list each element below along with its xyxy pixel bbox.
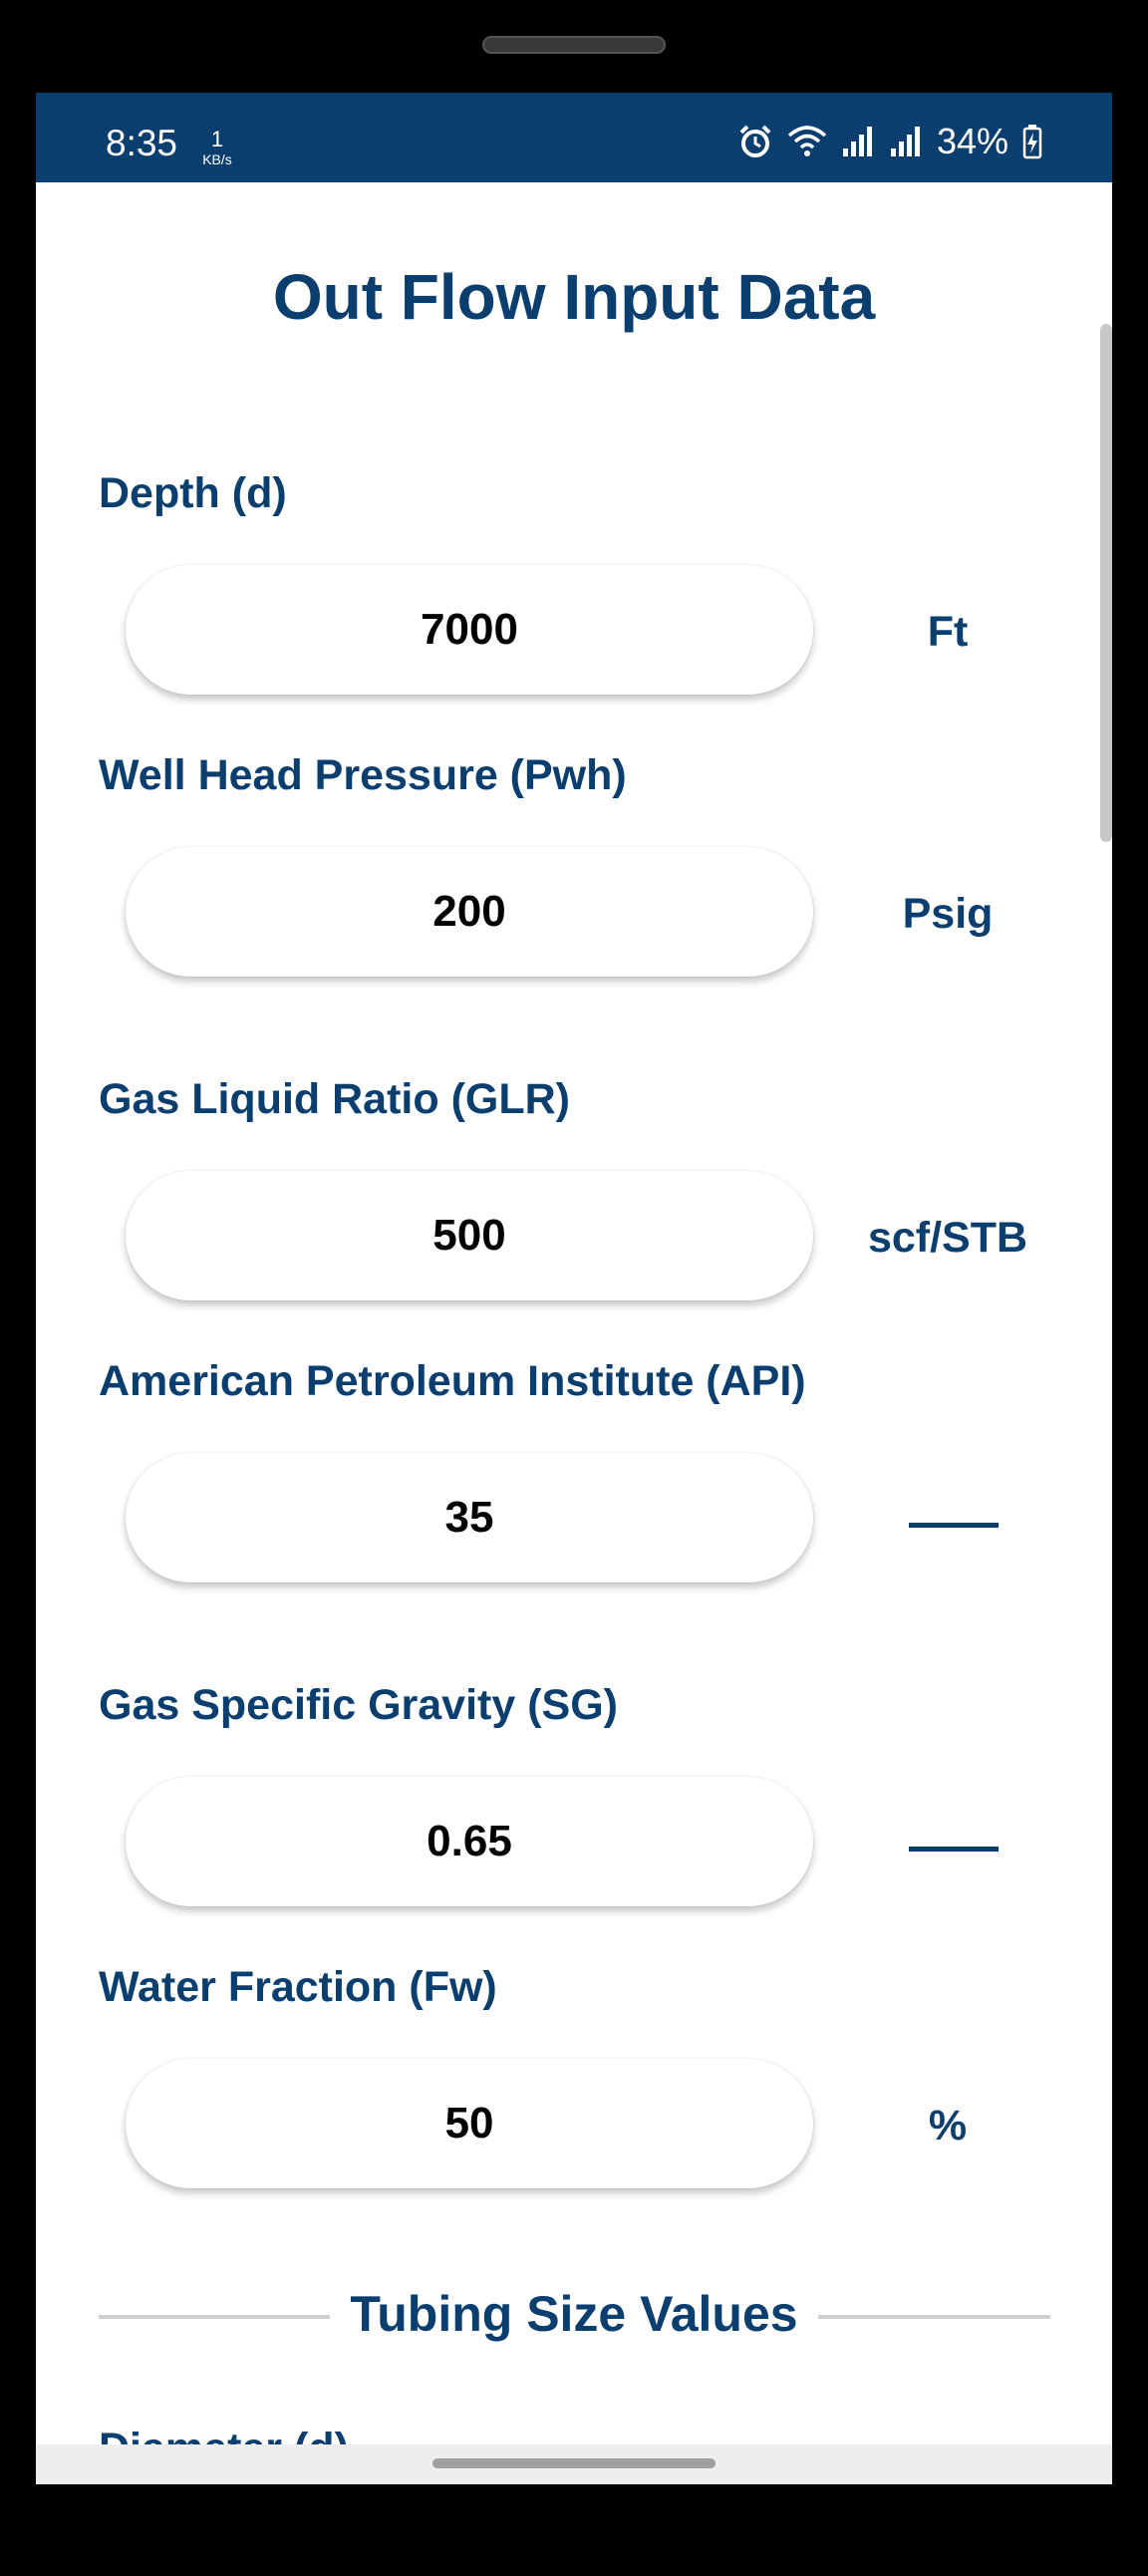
api-label: American Petroleum Institute (API) [99,1357,806,1405]
gas-specific-gravity-label: Gas Specific Gravity (SG) [99,1681,618,1729]
api-unit-dash [909,1523,999,1528]
phone-frame: 8:35 1 KB/s 34% Out Flow Input Data Dept… [0,0,1148,2576]
depth-input[interactable]: 7000 [126,565,813,695]
api-input[interactable]: 35 [126,1453,813,1582]
home-gesture-handle[interactable] [432,2458,716,2468]
water-fraction-input[interactable]: 50 [126,2059,813,2188]
signal-icon [889,125,923,158]
water-fraction-unit: % [928,2102,968,2149]
depth-unit: Ft [927,608,969,656]
alarm-icon [737,124,773,159]
battery-percent: 34% [936,121,1008,161]
tubing-section-title: Tubing Size Values [36,2285,1112,2343]
gas-liquid-ratio-unit: scf/STB [867,1214,1028,1262]
well-head-pressure-label: Well Head Pressure (Pwh) [99,751,627,799]
water-fraction-label: Water Fraction (Fw) [99,1963,497,2011]
signal-icon [841,125,875,158]
network-speed-value: 1 [210,127,224,151]
gas-specific-gravity-input[interactable]: 0.65 [126,1777,813,1906]
speaker-grille [482,36,666,54]
status-bar: 8:35 1 KB/s 34% [36,93,1112,182]
gas-liquid-ratio-label: Gas Liquid Ratio (GLR) [99,1075,570,1123]
status-icons: 34% [737,121,1042,162]
well-head-pressure-unit: Psig [902,890,994,938]
tubing-section-title-text: Tubing Size Values [330,2286,818,2342]
well-head-pressure-input[interactable]: 200 [126,847,813,977]
depth-label: Depth (d) [99,469,287,517]
network-speed: 1 KB/s [192,127,242,167]
battery-charging-icon [1022,124,1042,159]
app-screen: 8:35 1 KB/s 34% Out Flow Input Data Dept… [36,93,1112,2484]
gas-specific-gravity-unit-dash [909,1847,999,1852]
gesture-navigation-bar [36,2444,1112,2484]
page-title: Out Flow Input Data [272,261,876,333]
network-speed-unit: KB/s [202,151,232,167]
status-time: 8:35 [106,123,178,163]
wifi-icon [787,124,827,159]
scrollbar[interactable] [1100,324,1112,842]
gas-liquid-ratio-input[interactable]: 500 [126,1171,813,1300]
